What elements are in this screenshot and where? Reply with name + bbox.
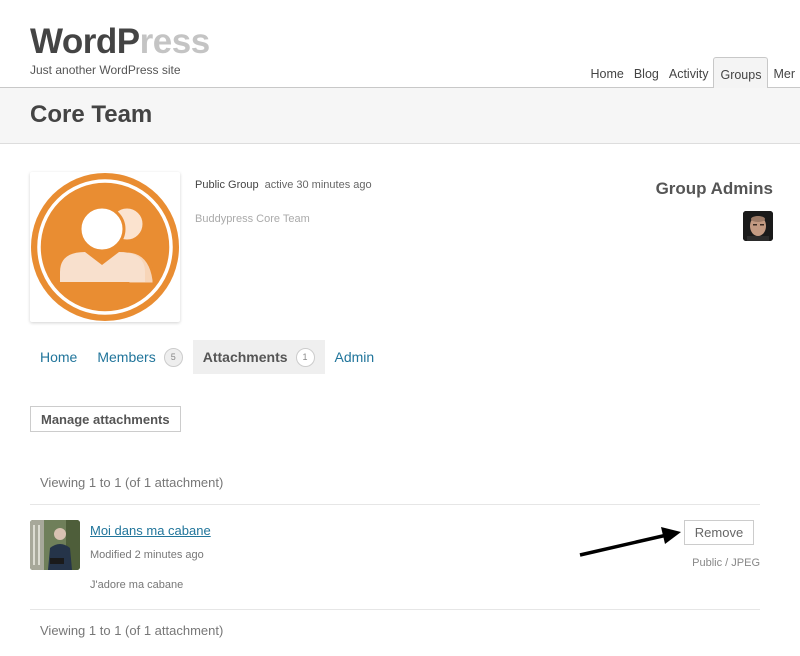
- nav-item-groups[interactable]: Groups: [713, 57, 769, 89]
- site-title-dark: WordP: [30, 22, 140, 61]
- attachment-title-link[interactable]: Moi dans ma cabane: [90, 523, 211, 538]
- site-title[interactable]: WordPress: [30, 22, 210, 62]
- title-band: Core Team: [0, 88, 800, 144]
- main-nav: Home Blog Activity Groups Mer: [586, 57, 800, 89]
- group-avatar-icon: [31, 173, 179, 321]
- site-title-light: ress: [139, 22, 211, 61]
- nav-item-activity[interactable]: Activity: [664, 57, 714, 88]
- subnav-attachments[interactable]: Attachments 1: [192, 340, 325, 374]
- subnav-home[interactable]: Home: [30, 340, 87, 374]
- site-header: WordPress Just another WordPress site Ho…: [0, 0, 800, 89]
- divider: [30, 609, 760, 610]
- subnav-members[interactable]: Members 5: [87, 340, 192, 374]
- attachment-thumbnail[interactable]: [30, 520, 80, 570]
- attachment-type: Public / JPEG: [692, 557, 760, 569]
- divider: [30, 504, 760, 505]
- group-last-active: active 30 minutes ago: [264, 179, 372, 191]
- nav-item-blog[interactable]: Blog: [629, 57, 664, 88]
- manage-attachments-button[interactable]: Manage attachments: [30, 406, 181, 432]
- attachment-modified: Modified 2 minutes ago: [90, 549, 204, 561]
- remove-attachment-button[interactable]: Remove: [684, 520, 754, 545]
- group-description: Buddypress Core Team: [195, 213, 310, 225]
- group-admins-title: Group Admins: [655, 179, 773, 198]
- group-meta: Public Group active 30 minutes ago: [195, 179, 372, 191]
- subnav-admin-label: Admin: [334, 349, 375, 365]
- group-avatar[interactable]: [30, 172, 180, 322]
- subnav-home-label: Home: [40, 349, 78, 365]
- pagination-count-bottom: Viewing 1 to 1 (of 1 attachment): [40, 623, 224, 638]
- group-subnav: Home Members 5 Attachments 1 Admin: [30, 340, 384, 374]
- page-title: Core Team: [30, 101, 153, 128]
- attachment-thumbnail-image: [30, 520, 80, 570]
- subnav-members-label: Members: [97, 349, 156, 365]
- admin-avatar-image: [743, 211, 773, 241]
- annotation-arrow-icon: [579, 527, 681, 557]
- subnav-attachments-label: Attachments: [202, 349, 288, 365]
- pagination-count-top: Viewing 1 to 1 (of 1 attachment): [40, 475, 224, 490]
- nav-item-home[interactable]: Home: [586, 57, 629, 88]
- members-count-badge: 5: [163, 347, 183, 367]
- subnav-admin[interactable]: Admin: [325, 340, 385, 374]
- attachments-count-badge: 1: [295, 347, 315, 367]
- attachment-description: J'adore ma cabane: [90, 579, 184, 591]
- site-description: Just another WordPress site: [30, 63, 181, 77]
- admin-avatar[interactable]: [743, 211, 773, 241]
- nav-item-members[interactable]: Mer: [768, 57, 800, 88]
- group-type: Public Group: [195, 179, 259, 191]
